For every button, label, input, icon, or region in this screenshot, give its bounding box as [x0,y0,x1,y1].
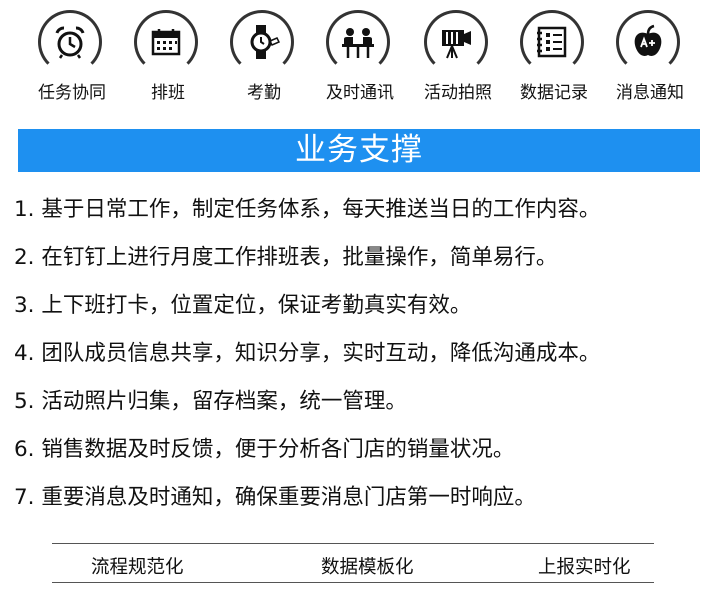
footer-item-template: 数据模板化 [321,557,414,578]
list-item: 2. 在钉钉上进行月度工作排班表，批量操作，简单易行。 [14,245,558,270]
list-item: 1. 基于日常工作，制定任务体系，每天推送当日的工作内容。 [14,197,601,222]
camera-icon [442,30,471,59]
feature-attendance[interactable]: 考勤 [216,10,312,105]
footer-item-realtime: 上报实时化 [538,557,631,578]
feature-activity-photo[interactable]: 活动拍照 [410,10,506,105]
apple-icon [634,24,662,56]
list-item: 5. 活动照片归集，留存档案，统一管理。 [14,389,407,414]
footer-divider-top [52,543,654,544]
support-list: 1. 基于日常工作，制定任务体系，每天推送当日的工作内容。 2. 在钉钉上进行月… [14,196,708,532]
footer-divider-bottom [52,582,654,583]
meeting-icon [342,28,374,58]
watch-icon [250,25,280,59]
footer-item-process: 流程规范化 [91,557,184,578]
list-item: 7. 重要消息及时通知，确保重要消息门店第一时响应。 [14,485,536,510]
feature-data-record[interactable]: 数据记录 [506,10,602,105]
alarm-clock-icon [55,26,85,59]
list-item: 3. 上下班打卡，位置定位，保证考勤真实有效。 [14,293,472,318]
feature-label: 消息通知 [616,83,684,103]
section-banner: 业务支撑 [18,129,700,172]
feature-task-collab[interactable]: 任务协同 [24,10,120,105]
feature-icon-row: 任务协同 排班 考勤 及时通讯 活动拍照 数据记录 消息通知 [0,0,712,110]
list-item: 4. 团队成员信息共享，知识分享，实时互动，降低沟通成本。 [14,341,601,366]
notebook-icon [537,26,567,58]
feature-message-notify[interactable]: 消息通知 [602,10,698,105]
list-item: 6. 销售数据及时反馈，便于分析各门店的销量状况。 [14,437,515,462]
feature-schedule[interactable]: 排班 [120,10,216,105]
feature-instant-message[interactable]: 及时通讯 [312,10,408,105]
calendar-icon [151,29,181,56]
